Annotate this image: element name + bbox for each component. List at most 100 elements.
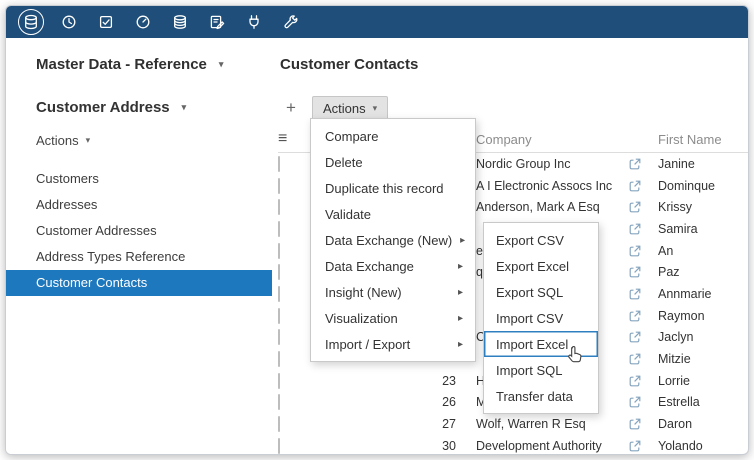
data-layers-icon[interactable] (168, 10, 192, 34)
submenu-item-transfer-data[interactable]: Transfer data (484, 383, 598, 409)
open-record-icon[interactable] (622, 266, 648, 278)
table-menu-icon[interactable]: ≡ (278, 130, 287, 147)
menu-item-validate[interactable]: Validate (311, 201, 475, 227)
submenu-arrow-icon: ▸ (460, 235, 465, 246)
open-record-icon[interactable] (622, 331, 648, 343)
table-row[interactable]: 30 Development Authority Yolando (278, 435, 748, 455)
sidebar-item-addresses[interactable]: Addresses (6, 192, 272, 218)
company-cell: Nordic Group Inc (466, 157, 622, 171)
sidebar-nav: Customers Addresses Customer Addresses A… (6, 166, 272, 296)
open-record-icon[interactable] (622, 310, 648, 322)
column-header-first-name[interactable]: First Name (648, 132, 748, 147)
table-row[interactable]: 27 Wolf, Warren R Esq Daron (278, 413, 748, 435)
submenu-item-label: Import SQL (496, 363, 562, 378)
submenu-arrow-icon: ▸ (458, 261, 463, 272)
chevron-down-icon: ▾ (182, 102, 187, 113)
menu-item-label: Validate (325, 207, 371, 222)
section-selector[interactable]: Customer Address ▾ (6, 99, 272, 116)
row-checkbox[interactable] (278, 243, 280, 259)
clock-icon[interactable] (57, 10, 81, 34)
plug-icon[interactable] (242, 10, 266, 34)
submenu-arrow-icon: ▸ (458, 287, 463, 298)
row-checkbox[interactable] (278, 329, 280, 345)
submenu-item-label: Import CSV (496, 311, 563, 326)
first-name-cell: An (648, 244, 748, 258)
record-number: 27 (312, 417, 466, 431)
workspace-title: Master Data - Reference (36, 56, 207, 73)
open-record-icon[interactable] (622, 180, 648, 192)
company-cell: A I Electronic Assocs Inc (466, 179, 622, 193)
first-name-cell: Mitzie (648, 352, 748, 366)
column-header-company[interactable]: Company (466, 132, 622, 147)
actions-button-label: Actions (323, 101, 366, 116)
row-checkbox[interactable] (278, 351, 280, 367)
row-checkbox[interactable] (278, 373, 280, 389)
menu-item-label: Duplicate this record (325, 181, 444, 196)
first-name-cell: Dominque (648, 179, 748, 193)
submenu-item-export-excel[interactable]: Export Excel (484, 253, 598, 279)
company-cell: Wolf, Warren R Esq (466, 417, 622, 431)
tasks-icon[interactable] (94, 10, 118, 34)
chevron-down-icon: ▾ (219, 59, 224, 70)
data-exchange-submenu: Export CSV Export Excel Export SQL Impor… (483, 222, 599, 414)
menu-item-compare[interactable]: Compare (311, 123, 475, 149)
record-number: 30 (312, 439, 466, 453)
menu-item-label: Visualization (325, 311, 398, 326)
submenu-item-import-csv[interactable]: Import CSV (484, 305, 598, 331)
open-record-icon[interactable] (622, 288, 648, 300)
chevron-down-icon: ▾ (373, 103, 378, 114)
open-record-icon[interactable] (622, 223, 648, 235)
submenu-item-import-sql[interactable]: Import SQL (484, 357, 598, 383)
menu-item-data-exchange[interactable]: Data Exchange ▸ (311, 253, 475, 279)
menu-item-data-exchange-new[interactable]: Data Exchange (New)▸ (311, 227, 475, 253)
sidebar: Master Data - Reference ▾ Customer Addre… (6, 38, 272, 454)
sidebar-actions-label: Actions (36, 133, 79, 148)
row-checkbox[interactable] (278, 416, 280, 432)
submenu-item-export-sql[interactable]: Export SQL (484, 279, 598, 305)
menu-item-insight-new[interactable]: Insight (New)▸ (311, 279, 475, 305)
submenu-item-label: Export SQL (496, 285, 563, 300)
menu-item-delete[interactable]: Delete (311, 149, 475, 175)
database-icon[interactable] (18, 9, 44, 35)
row-checkbox[interactable] (278, 394, 280, 410)
open-record-icon[interactable] (622, 440, 648, 452)
open-record-icon[interactable] (622, 375, 648, 387)
open-record-icon[interactable] (622, 158, 648, 170)
first-name-cell: Samira (648, 222, 748, 236)
menu-item-duplicate-this-record[interactable]: Duplicate this record (311, 175, 475, 201)
row-checkbox[interactable] (278, 156, 280, 172)
open-record-icon[interactable] (622, 396, 648, 408)
first-name-cell: Yolando (648, 439, 748, 453)
sidebar-item-address-types-reference[interactable]: Address Types Reference (6, 244, 272, 270)
row-checkbox[interactable] (278, 264, 280, 280)
first-name-cell: Krissy (648, 200, 748, 214)
row-checkbox[interactable] (278, 178, 280, 194)
sidebar-item-customers[interactable]: Customers (6, 166, 272, 192)
submenu-item-import-excel[interactable]: Import Excel (484, 331, 598, 357)
menu-item-label: Data Exchange (325, 259, 414, 274)
submenu-item-label: Export Excel (496, 259, 569, 274)
open-record-icon[interactable] (622, 201, 648, 213)
row-checkbox[interactable] (278, 308, 280, 324)
menu-item-import-export[interactable]: Import / Export▸ (311, 331, 475, 357)
row-checkbox[interactable] (278, 221, 280, 237)
open-record-icon[interactable] (622, 245, 648, 257)
open-record-icon[interactable] (622, 418, 648, 430)
open-record-icon[interactable] (622, 353, 648, 365)
submenu-item-export-csv[interactable]: Export CSV (484, 227, 598, 253)
form-edit-icon[interactable] (205, 10, 229, 34)
menu-item-visualization[interactable]: Visualization▸ (311, 305, 475, 331)
sidebar-item-customer-addresses[interactable]: Customer Addresses (6, 218, 272, 244)
workspace-selector[interactable]: Master Data - Reference ▾ (6, 56, 272, 73)
submenu-item-label: Import Excel (496, 337, 568, 352)
row-checkbox[interactable] (278, 286, 280, 302)
row-checkbox[interactable] (278, 438, 280, 454)
add-record-button[interactable]: + (278, 98, 304, 118)
sidebar-actions-button[interactable]: Actions ▾ (6, 133, 272, 148)
row-checkbox[interactable] (278, 199, 280, 215)
first-name-cell: Janine (648, 157, 748, 171)
dashboard-icon[interactable] (131, 10, 155, 34)
wrench-icon[interactable] (279, 10, 303, 34)
sidebar-item-customer-contacts[interactable]: Customer Contacts (6, 270, 272, 296)
actions-button[interactable]: Actions ▾ (312, 96, 388, 120)
